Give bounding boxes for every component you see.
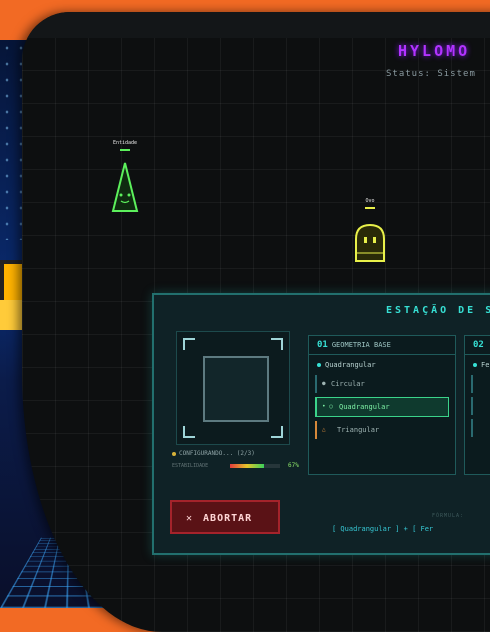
material-column: 02 Fe — [464, 335, 490, 475]
entity-health-bar — [120, 149, 130, 151]
current-value: Quadrangular — [325, 361, 376, 369]
selection-dot-icon — [317, 363, 321, 367]
current-value: Fe — [481, 361, 490, 369]
option-label: Quadrangular — [339, 403, 390, 411]
triangle-icon: △ — [322, 426, 326, 433]
entity-cone[interactable]: Entidade — [108, 140, 142, 217]
frame-corner — [183, 426, 195, 438]
option-label: Circular — [331, 380, 365, 388]
status-text: Status: Sistem — [386, 69, 476, 79]
option-item[interactable] — [471, 375, 490, 393]
formula-label: FÓRMULA: — [432, 513, 465, 519]
current-selection: Fe — [465, 355, 490, 375]
stability-bar-fill — [230, 464, 264, 468]
frame-corner — [183, 338, 195, 350]
cone-creature-icon — [111, 162, 139, 212]
status-dot-icon — [172, 451, 176, 456]
option-label: Triangular — [337, 426, 380, 434]
column-title: GEOMETRIA BASE — [331, 341, 391, 349]
entity-label: Entidade — [112, 140, 138, 146]
square-shape-preview — [203, 356, 269, 422]
option-quadrangular[interactable]: • ○ Quadrangular — [315, 397, 449, 417]
option-item[interactable] — [471, 397, 490, 415]
option-triangular[interactable]: △ Triangular — [315, 421, 449, 439]
column-number: 02 — [473, 340, 484, 350]
column-header: 01 GEOMETRIA BASE — [309, 336, 455, 355]
frame-corner — [271, 338, 283, 350]
poster-logo-accent — [0, 300, 22, 330]
abort-label: ABORTAR — [203, 513, 253, 524]
config-status: CONFIGURANDO... (2/3) — [172, 450, 255, 457]
config-text: CONFIGURANDO... (2/3) — [179, 450, 255, 457]
stability-bar — [230, 464, 280, 468]
game-window: HYLOMO Status: Sistem Entidade Ovo ESTAÇ… — [22, 12, 490, 632]
close-icon: ✕ — [186, 513, 194, 524]
entity-label: Ovo — [365, 198, 375, 204]
station-panel: ESTAÇÃO DE S CONFIGURANDO... (2/3) ESTAB… — [152, 293, 490, 555]
square-icon: • ○ — [322, 403, 333, 410]
formula-text: [ Quadrangular ] + [ Fer — [332, 525, 434, 533]
shape-preview — [176, 331, 290, 445]
current-selection: Quadrangular — [309, 355, 455, 375]
top-bar — [22, 12, 490, 38]
geometry-column: 01 GEOMETRIA BASE Quadrangular ● Circular … — [308, 335, 456, 475]
column-header: 02 — [465, 336, 490, 355]
stability-label: ESTABILIDADE — [172, 463, 209, 469]
stability-value: 67% — [288, 462, 299, 469]
column-number: 01 — [317, 340, 328, 350]
entity-blob[interactable]: Ovo — [352, 198, 388, 265]
frame-corner — [271, 426, 283, 438]
station-title: ESTAÇÃO DE S — [386, 305, 490, 316]
abort-button[interactable]: ✕ ABORTAR — [170, 500, 280, 534]
app-title: HYLOMO — [398, 42, 471, 60]
entity-health-bar — [365, 207, 375, 209]
circle-icon: ● — [322, 380, 326, 387]
selection-dot-icon — [473, 363, 477, 367]
option-circular[interactable]: ● Circular — [315, 375, 449, 393]
blob-creature-icon — [355, 223, 385, 262]
option-item[interactable] — [471, 419, 490, 437]
